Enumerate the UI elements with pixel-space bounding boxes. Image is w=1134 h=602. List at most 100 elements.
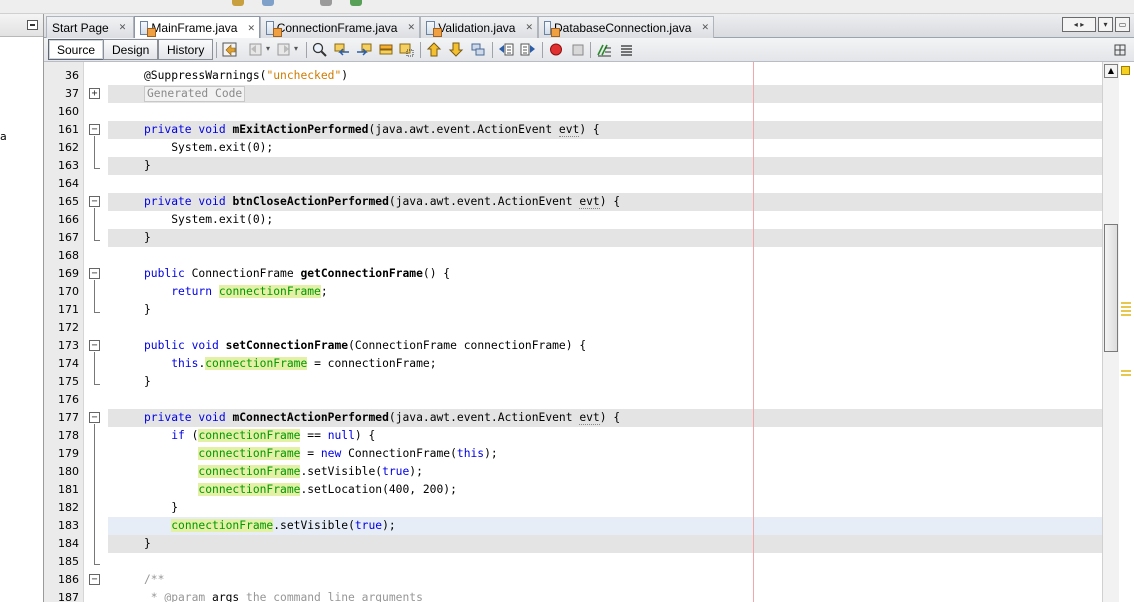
toggle-highlight-icon[interactable] (378, 42, 394, 57)
close-icon[interactable]: ✕ (701, 22, 709, 33)
warning-mark[interactable] (1121, 310, 1131, 312)
minimize-icon[interactable] (27, 20, 38, 30)
source-view-button[interactable]: Source (48, 39, 105, 60)
toggle-rect-selection-icon[interactable] (398, 42, 414, 57)
code-line[interactable]: if (connectionFrame == null) { (108, 427, 1102, 445)
tab-start-page[interactable]: Start Page ✕ (46, 16, 134, 38)
close-icon[interactable]: ✕ (247, 23, 255, 34)
start-macro-icon[interactable] (548, 42, 564, 57)
find-next-icon[interactable] (356, 42, 372, 57)
code-line[interactable] (108, 391, 1102, 409)
code-line[interactable] (108, 247, 1102, 265)
last-edit-icon[interactable] (222, 42, 238, 57)
code-line[interactable]: System.exit(0); (108, 139, 1102, 157)
projects-panel: a (0, 14, 44, 602)
warning-mark[interactable] (1121, 374, 1131, 376)
history-view-button[interactable]: History (158, 39, 214, 60)
code-line[interactable]: connectionFrame = new ConnectionFrame(th… (108, 445, 1102, 463)
java-file-icon (140, 21, 157, 37)
code-line[interactable]: @SuppressWarnings("unchecked") (108, 67, 1102, 85)
code-editor[interactable]: @SuppressWarnings("unchecked") Generated… (108, 62, 1102, 602)
code-line[interactable] (108, 103, 1102, 121)
collapse-fold-icon[interactable]: − (89, 196, 100, 207)
find-icon[interactable] (312, 42, 328, 57)
code-line[interactable] (108, 553, 1102, 571)
code-line[interactable] (108, 319, 1102, 337)
split-icon[interactable] (1112, 42, 1128, 57)
stop-macro-icon[interactable] (570, 42, 586, 57)
line-number: 162 (58, 141, 79, 154)
toolbar-icon-partial[interactable] (262, 0, 274, 6)
projects-panel-header (0, 14, 43, 37)
uncomment-icon[interactable] (618, 42, 634, 57)
previous-bookmark-icon[interactable] (426, 42, 442, 57)
code-line[interactable] (108, 175, 1102, 193)
error-stripe[interactable] (1119, 62, 1134, 602)
vertical-scrollbar[interactable]: ▲ (1102, 62, 1119, 602)
comment-icon[interactable] (596, 42, 612, 57)
code-line[interactable]: private void mConnectActionPerformed(jav… (108, 409, 1102, 427)
code-line[interactable]: } (108, 229, 1102, 247)
forward-icon[interactable] (276, 42, 292, 57)
line-number: 174 (58, 357, 79, 370)
collapse-fold-icon[interactable]: − (89, 574, 100, 585)
current-code-line[interactable]: connectionFrame.setVisible(true); (108, 517, 1102, 535)
tab-connectionframe-java[interactable]: ConnectionFrame.java ✕ (260, 16, 420, 38)
collapse-fold-icon[interactable]: − (89, 412, 100, 423)
code-line[interactable]: } (108, 301, 1102, 319)
line-number: 183 (58, 519, 79, 532)
close-icon[interactable]: ✕ (525, 22, 533, 33)
tab-list-icon[interactable]: ▾ (1098, 17, 1113, 32)
scrollbar-thumb[interactable] (1104, 224, 1118, 352)
line-number-gutter: 36 37 160 161 162 163 164 165 166 167 168 169 170 171… (44, 62, 84, 602)
expand-fold-icon[interactable]: + (89, 88, 100, 99)
code-line[interactable]: public ConnectionFrame getConnectionFram… (108, 265, 1102, 283)
project-tree-fragment[interactable]: a (0, 130, 7, 143)
next-bookmark-icon[interactable] (448, 42, 464, 57)
collapse-fold-icon[interactable]: − (89, 124, 100, 135)
back-dropdown-icon[interactable]: ▾ (266, 44, 270, 53)
collapse-fold-icon[interactable]: − (89, 340, 100, 351)
code-line[interactable]: this.connectionFrame = connectionFrame; (108, 355, 1102, 373)
code-line[interactable]: /** (108, 571, 1102, 589)
warning-mark[interactable] (1121, 314, 1131, 316)
tab-mainframe-java[interactable]: MainFrame.java ✕ (134, 16, 260, 39)
maximize-icon[interactable]: ▭ (1115, 17, 1130, 32)
warning-mark[interactable] (1121, 302, 1131, 304)
scroll-up-icon[interactable]: ▲ (1104, 64, 1118, 78)
code-line[interactable]: connectionFrame.setVisible(true); (108, 463, 1102, 481)
toolbar-icon-partial[interactable] (320, 0, 332, 6)
code-line[interactable]: connectionFrame.setLocation(400, 200); (108, 481, 1102, 499)
code-line[interactable]: private void btnCloseActionPerformed(jav… (108, 193, 1102, 211)
tab-databaseconnection-java[interactable]: DatabaseConnection.java ✕ (538, 16, 714, 38)
code-line[interactable]: System.exit(0); (108, 211, 1102, 229)
close-icon[interactable]: ✕ (407, 22, 415, 33)
folded-generated-code[interactable]: Generated Code (144, 86, 246, 102)
code-line[interactable]: return connectionFrame; (108, 283, 1102, 301)
warning-mark[interactable] (1121, 306, 1131, 308)
warning-mark[interactable] (1121, 370, 1131, 372)
code-line[interactable]: public void setConnectionFrame(Connectio… (108, 337, 1102, 355)
code-line[interactable]: private void mExitActionPerformed(java.a… (108, 121, 1102, 139)
back-icon[interactable] (248, 42, 264, 57)
collapse-fold-icon[interactable]: − (89, 268, 100, 279)
code-line[interactable]: * @param args the command line arguments (108, 589, 1102, 602)
forward-dropdown-icon[interactable]: ▾ (294, 44, 298, 53)
code-line[interactable]: } (108, 373, 1102, 391)
toolbar-icon-partial[interactable] (350, 0, 362, 6)
close-icon[interactable]: ✕ (119, 22, 127, 33)
code-line[interactable]: } (108, 157, 1102, 175)
line-number: 167 (58, 231, 79, 244)
toolbar-icon-partial[interactable] (232, 0, 244, 6)
tab-validation-java[interactable]: Validation.java ✕ (420, 16, 538, 38)
code-line[interactable]: } (108, 535, 1102, 553)
scroll-tabs-icon[interactable]: ◂ ▸ (1062, 17, 1096, 32)
toggle-bookmark-icon[interactable] (470, 42, 486, 57)
shift-right-icon[interactable] (520, 42, 536, 57)
find-previous-icon[interactable] (334, 42, 350, 57)
code-line[interactable]: } (108, 499, 1102, 517)
fold-guide (94, 384, 100, 385)
shift-left-icon[interactable] (498, 42, 514, 57)
code-line[interactable]: Generated Code (108, 85, 1102, 103)
design-view-button[interactable]: Design (103, 39, 159, 60)
